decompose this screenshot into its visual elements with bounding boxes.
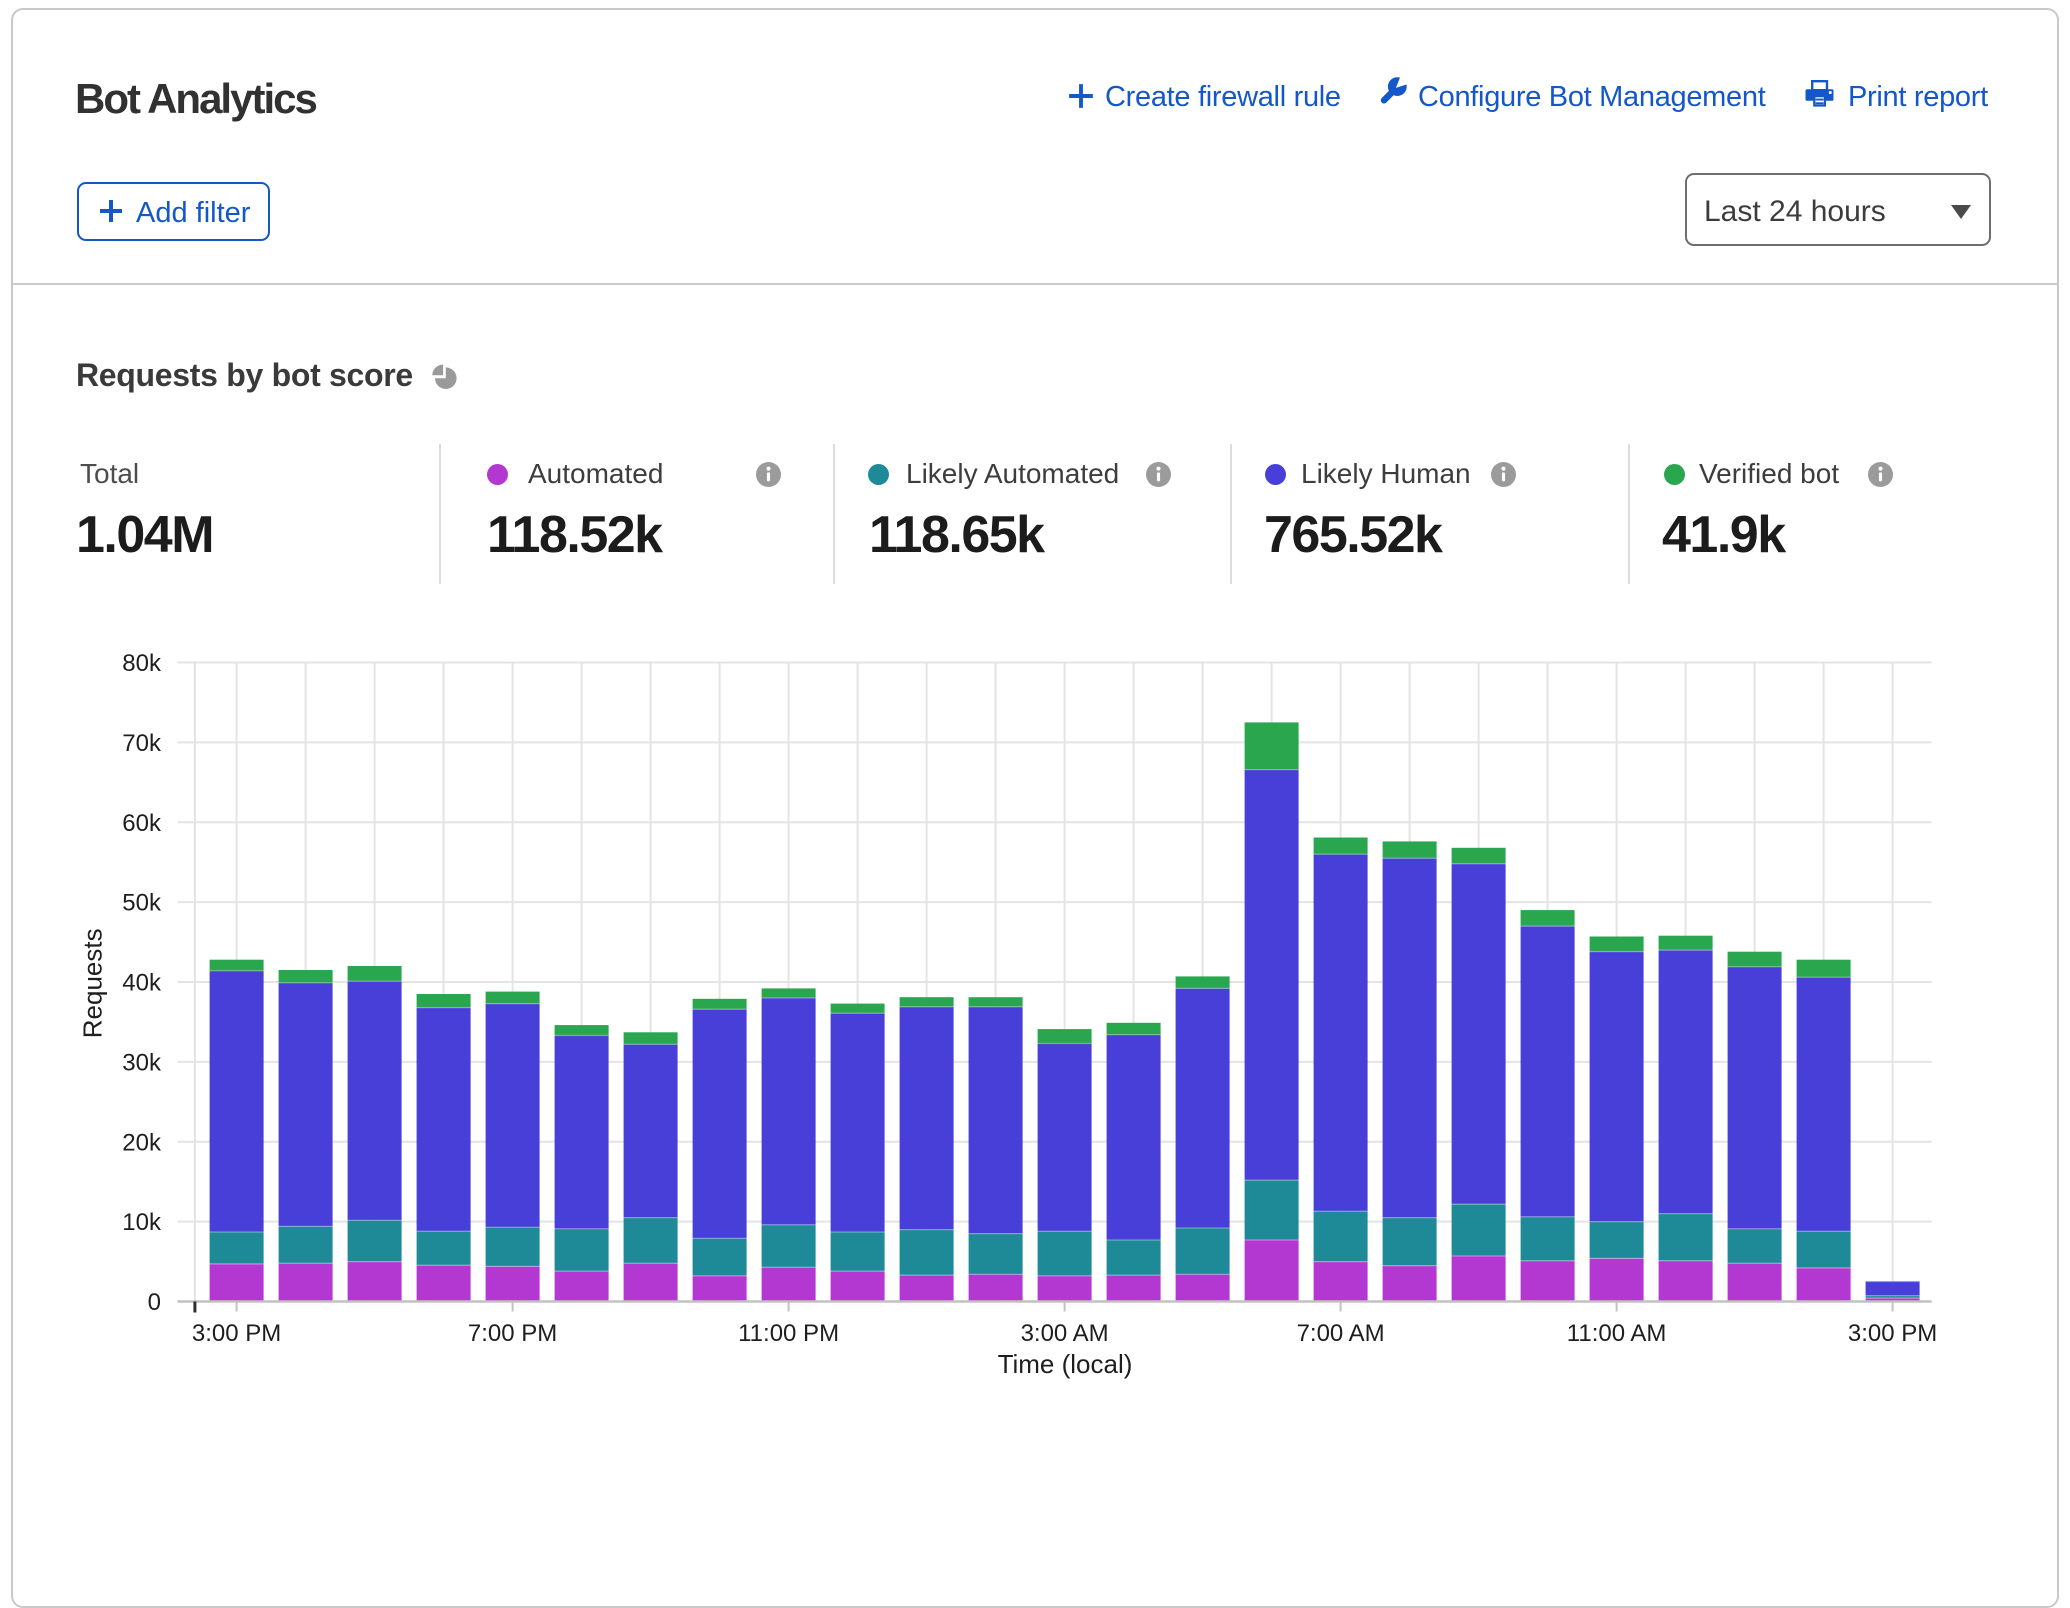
svg-text:Time (local): Time (local) (998, 1349, 1133, 1379)
svg-text:Requests: Requests (78, 928, 108, 1038)
svg-text:7:00 PM: 7:00 PM (468, 1320, 557, 1347)
svg-text:11:00 AM: 11:00 AM (1567, 1320, 1667, 1347)
svg-text:50k: 50k (122, 890, 162, 917)
svg-text:70k: 70k (122, 730, 162, 757)
svg-text:40k: 40k (122, 970, 162, 997)
svg-text:11:00 PM: 11:00 PM (738, 1320, 839, 1347)
svg-text:7:00 AM: 7:00 AM (1297, 1320, 1385, 1347)
svg-text:3:00 PM: 3:00 PM (192, 1320, 281, 1347)
svg-text:80k: 80k (122, 650, 162, 677)
svg-text:10k: 10k (122, 1209, 162, 1236)
svg-text:60k: 60k (122, 810, 162, 837)
svg-text:30k: 30k (122, 1049, 162, 1076)
svg-text:0: 0 (148, 1289, 161, 1316)
svg-text:3:00 PM: 3:00 PM (1848, 1320, 1937, 1347)
svg-text:3:00 AM: 3:00 AM (1021, 1320, 1109, 1347)
svg-text:20k: 20k (122, 1129, 162, 1156)
